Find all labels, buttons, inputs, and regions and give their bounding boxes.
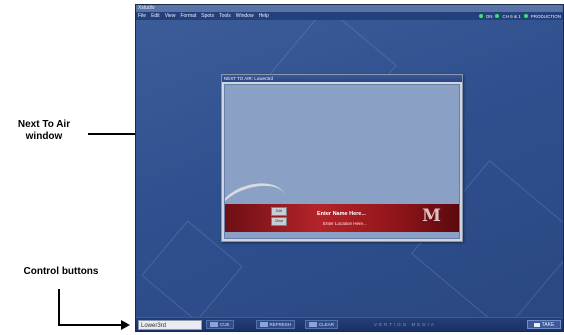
cue-icon xyxy=(210,322,218,327)
callout-line-2: window xyxy=(25,131,63,142)
menu-file[interactable]: File xyxy=(138,12,146,20)
app-screen: Xstudio File Edit View Format Spots Tool… xyxy=(135,4,564,332)
status-channel: CH 6 & 1 xyxy=(502,13,521,19)
name-placeholder-text[interactable]: Enter Name Here... xyxy=(317,211,366,217)
callout-line-1: Next To Air xyxy=(17,119,71,130)
status-on: ON xyxy=(485,13,493,19)
clear-label: CLEAR xyxy=(319,322,335,327)
menu-view[interactable]: View xyxy=(165,12,176,20)
clear-button[interactable]: CLEAR xyxy=(305,320,339,329)
control-buttons-arrowhead xyxy=(121,320,130,330)
m-logo: M xyxy=(422,206,441,226)
control-bar: Lower3rd CUE REFRESH CLEAR VERTIGO MEDIA… xyxy=(136,317,563,331)
lower-third-edit-button[interactable]: Edit xyxy=(271,207,287,216)
menu-help[interactable]: Help xyxy=(259,12,269,20)
cue-button[interactable]: CUE xyxy=(206,320,234,329)
clear-icon xyxy=(309,322,318,327)
status-channel-icon xyxy=(495,14,500,18)
template-name-field[interactable]: Lower3rd xyxy=(138,319,202,330)
status-production: PRODUCTION xyxy=(530,13,561,19)
preview-screen: Edit Clear Enter Name Here... Enter Loca… xyxy=(224,84,460,239)
refresh-button[interactable]: REFRESH xyxy=(255,320,296,329)
control-buttons-line-horizontal xyxy=(58,324,122,326)
menu-edit[interactable]: Edit xyxy=(151,12,160,20)
menu-format[interactable]: Format xyxy=(180,12,196,20)
control-buttons-callout-label: Control buttons xyxy=(23,266,99,277)
cue-label: CUE xyxy=(220,322,230,327)
brand-logo: VERTIGO MEDIA xyxy=(374,322,436,327)
status-area: ON CH 6 & 1 PRODUCTION xyxy=(478,12,561,20)
next-to-air-window[interactable]: NEXT TO AIR: Lower3rd Edit Clear Enter N… xyxy=(221,74,463,242)
app-title-bar: Xstudio xyxy=(136,5,563,12)
menu-tools[interactable]: Tools xyxy=(219,12,231,20)
status-production-icon xyxy=(523,14,528,18)
refresh-icon xyxy=(259,322,268,327)
next-to-air-callout-label: Next To Air window xyxy=(10,119,78,143)
take-button[interactable]: TAKE xyxy=(527,320,561,329)
refresh-label: REFRESH xyxy=(269,322,292,327)
lower-third-graphic: Edit Clear Enter Name Here... Enter Loca… xyxy=(225,175,459,238)
take-label: TAKE xyxy=(541,321,555,328)
next-to-air-title[interactable]: NEXT TO AIR: Lower3rd xyxy=(222,75,462,82)
take-icon xyxy=(533,322,540,327)
lower-third-clear-button[interactable]: Clear xyxy=(271,217,287,226)
control-buttons-line-vertical xyxy=(58,289,60,325)
menu-window[interactable]: Window xyxy=(236,12,254,20)
menu-spots[interactable]: Spots xyxy=(201,12,214,20)
location-placeholder-text[interactable]: Enter Location Here... xyxy=(323,221,367,226)
status-on-icon xyxy=(478,14,483,18)
